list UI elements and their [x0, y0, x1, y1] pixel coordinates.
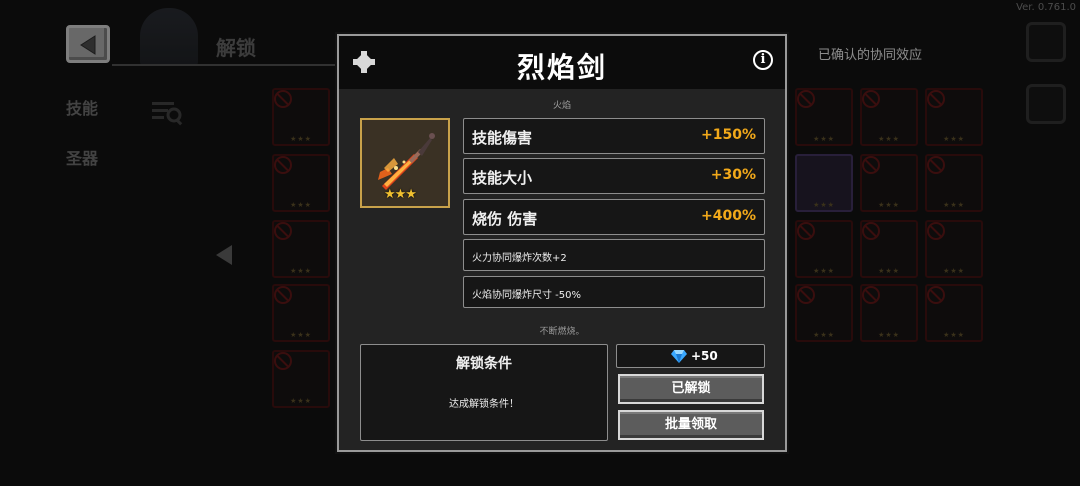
item-detail-modal: 烈焰剑 i 火焰 ★★★ 技能傷害 +150% 技能大小 +30% 烧伤 伤害 …	[337, 34, 787, 452]
stat-value: +30%	[710, 167, 756, 183]
stat-row: 技能傷害 +150%	[463, 118, 765, 154]
info-icon[interactable]: i	[753, 50, 773, 70]
synergy-effect-text: 火焰协同爆炸尺寸 -50%	[472, 290, 582, 301]
modal-header: 烈焰剑 i	[339, 36, 785, 89]
item-description: 不断燃烧。	[539, 327, 585, 337]
stat-name: 烧伤 伤害	[472, 210, 538, 228]
reward-amount: +50	[691, 349, 718, 363]
unlocked-button[interactable]: 已解锁	[618, 374, 764, 404]
reward-display: +50	[616, 344, 765, 368]
item-title: 烈焰剑	[516, 51, 607, 84]
stat-name: 技能傷害	[472, 129, 533, 147]
stat-value: +400%	[701, 208, 756, 224]
synergy-effect-row: 火焰协同爆炸尺寸 -50%	[463, 276, 765, 308]
item-element-label: 火焰	[552, 101, 571, 111]
stat-value: +150%	[701, 127, 756, 143]
gem-icon	[671, 350, 687, 363]
batch-claim-button[interactable]: 批量领取	[618, 410, 764, 440]
flame-sword-icon	[378, 133, 435, 190]
unlock-condition-text: 达成解锁条件！	[449, 399, 519, 410]
item-icon-frame: ★★★	[360, 118, 450, 208]
stat-row: 烧伤 伤害 +400%	[463, 199, 765, 235]
synergy-effect-text: 火力协同爆炸次数+2	[472, 253, 567, 264]
unlock-condition-panel: 解锁条件 达成解锁条件！	[360, 344, 608, 441]
stat-row: 技能大小 +30%	[463, 158, 765, 194]
stat-name: 技能大小	[472, 169, 533, 187]
synergy-effect-row: 火力协同爆炸次数+2	[463, 239, 765, 271]
rarity-stars: ★★★	[384, 187, 417, 202]
unlock-condition-heading: 解锁条件	[456, 356, 512, 372]
